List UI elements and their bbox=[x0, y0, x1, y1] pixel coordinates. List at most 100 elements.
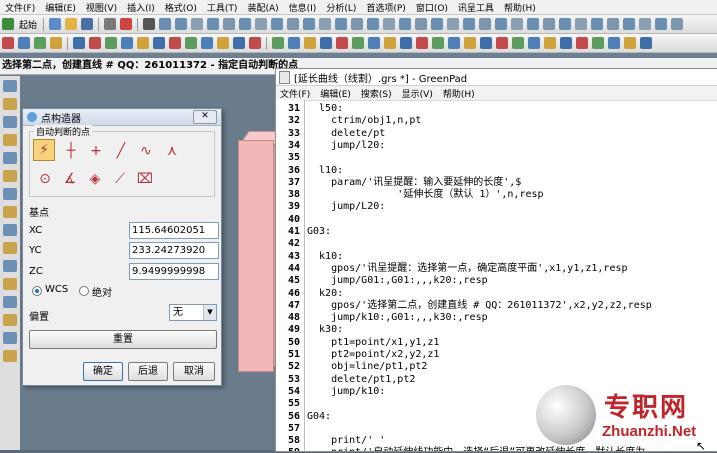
delete-icon[interactable] bbox=[120, 18, 133, 30]
tool-icon[interactable] bbox=[607, 18, 620, 30]
tool-icon[interactable] bbox=[255, 18, 268, 30]
tool-icon[interactable] bbox=[207, 18, 220, 30]
tool-icon[interactable] bbox=[272, 37, 284, 49]
menu-file[interactable]: 文件(F) bbox=[0, 1, 40, 14]
tool-icon[interactable] bbox=[303, 18, 316, 30]
tool-icon[interactable] bbox=[153, 37, 165, 49]
wcs-radio[interactable] bbox=[32, 286, 42, 296]
tool-icon[interactable] bbox=[368, 37, 380, 49]
tool-icon[interactable] bbox=[288, 37, 300, 49]
palette-tool-icon[interactable] bbox=[3, 242, 17, 254]
tool-icon[interactable] bbox=[137, 37, 149, 49]
tool-icon[interactable] bbox=[560, 37, 572, 49]
tool-icon[interactable] bbox=[447, 18, 460, 30]
tool-icon[interactable] bbox=[591, 18, 604, 30]
tool-icon[interactable] bbox=[623, 18, 636, 30]
tool-icon[interactable] bbox=[399, 18, 412, 30]
existing-point-icon[interactable]: + bbox=[85, 140, 107, 162]
tool-icon[interactable] bbox=[575, 18, 588, 30]
tool-icon[interactable] bbox=[384, 37, 396, 49]
tool-icon[interactable] bbox=[2, 37, 14, 49]
palette-tool-icon[interactable] bbox=[3, 152, 17, 164]
undo-icon[interactable] bbox=[104, 18, 117, 30]
menu-info[interactable]: 信息(I) bbox=[284, 1, 322, 14]
tool-icon[interactable] bbox=[159, 18, 172, 30]
palette-tool-icon[interactable] bbox=[3, 260, 17, 272]
tool-icon[interactable] bbox=[383, 18, 396, 30]
open-icon[interactable] bbox=[65, 18, 78, 30]
tool-icon[interactable] bbox=[320, 37, 332, 49]
point-on-surface-icon[interactable]: ⌧ bbox=[134, 168, 156, 190]
tool-icon[interactable] bbox=[34, 37, 46, 49]
angle-on-arc-icon[interactable]: ∡ bbox=[59, 168, 81, 190]
tool-icon[interactable] bbox=[352, 37, 364, 49]
tool-icon[interactable] bbox=[336, 37, 348, 49]
tool-icon[interactable] bbox=[233, 37, 245, 49]
reset-button[interactable]: 重置 bbox=[29, 330, 217, 349]
gp-menu-edit[interactable]: 编辑(E) bbox=[316, 87, 357, 100]
tool-icon[interactable] bbox=[201, 37, 213, 49]
inferred-point-icon[interactable]: ⚡ bbox=[33, 139, 55, 161]
tool-icon[interactable] bbox=[271, 18, 284, 30]
gp-menu-help[interactable]: 帮助(H) bbox=[439, 87, 481, 100]
menu-insert[interactable]: 插入(I) bbox=[122, 1, 160, 14]
menu-edit[interactable]: 编辑(E) bbox=[40, 1, 81, 14]
tool-icon[interactable] bbox=[175, 18, 188, 30]
tool-icon[interactable] bbox=[73, 37, 85, 49]
palette-tool-icon[interactable] bbox=[3, 224, 17, 236]
tool-icon[interactable] bbox=[319, 18, 332, 30]
absolute-radio[interactable] bbox=[79, 286, 89, 296]
tool-icon[interactable] bbox=[191, 18, 204, 30]
menu-tools[interactable]: 工具(T) bbox=[202, 1, 243, 14]
palette-tool-icon[interactable] bbox=[3, 98, 17, 110]
point-on-curve-icon[interactable]: ⟋ bbox=[109, 168, 131, 190]
menu-preferences[interactable]: 首选项(P) bbox=[361, 1, 410, 14]
tool-icon[interactable] bbox=[217, 37, 229, 49]
cancel-button[interactable]: 取消 bbox=[173, 362, 215, 381]
tool-icon[interactable] bbox=[239, 18, 252, 30]
tool-icon[interactable] bbox=[671, 18, 684, 30]
intersection-point-icon[interactable]: ⋏ bbox=[161, 140, 183, 162]
gp-menu-view[interactable]: 显示(V) bbox=[398, 87, 439, 100]
tool-icon[interactable] bbox=[249, 37, 261, 49]
ok-button[interactable]: 确定 bbox=[83, 362, 123, 381]
palette-tool-icon[interactable] bbox=[3, 188, 17, 200]
zc-field[interactable]: 9.9499999998 bbox=[129, 263, 219, 280]
tool-icon[interactable] bbox=[169, 37, 181, 49]
menu-help[interactable]: 帮助(H) bbox=[499, 1, 541, 14]
palette-tool-icon[interactable] bbox=[3, 278, 17, 290]
palette-tool-icon[interactable] bbox=[3, 170, 17, 182]
tool-icon[interactable] bbox=[223, 18, 236, 30]
cursor-location-icon[interactable]: ┼ bbox=[60, 140, 82, 162]
tool-icon[interactable] bbox=[50, 37, 62, 49]
tool-icon[interactable] bbox=[89, 37, 101, 49]
tool-icon[interactable] bbox=[416, 37, 428, 49]
tool-icon[interactable] bbox=[335, 18, 348, 30]
palette-tool-icon[interactable] bbox=[3, 296, 17, 308]
tool-icon[interactable] bbox=[512, 37, 524, 49]
tool-icon[interactable] bbox=[640, 37, 652, 49]
tool-icon[interactable] bbox=[121, 37, 133, 49]
menu-assembly[interactable]: 装配(A) bbox=[242, 1, 283, 14]
tool-icon[interactable] bbox=[639, 18, 652, 30]
tool-icon[interactable] bbox=[479, 18, 492, 30]
palette-tool-icon[interactable] bbox=[3, 116, 17, 128]
new-icon[interactable] bbox=[49, 18, 62, 30]
chevron-down-icon[interactable]: ▼ bbox=[203, 305, 216, 320]
tool-icon[interactable] bbox=[496, 37, 508, 49]
palette-tool-icon[interactable] bbox=[3, 80, 17, 92]
yc-field[interactable]: 233.24273920 bbox=[129, 242, 219, 259]
tool-icon[interactable] bbox=[576, 37, 588, 49]
tool-icon[interactable] bbox=[480, 37, 492, 49]
tool-icon[interactable] bbox=[543, 18, 556, 30]
tool-icon[interactable] bbox=[463, 18, 476, 30]
tool-icon[interactable] bbox=[431, 18, 444, 30]
tool-icon[interactable] bbox=[495, 18, 508, 30]
start-icon[interactable] bbox=[2, 18, 14, 30]
menu-xuncheng-tools[interactable]: 讯呈工具 bbox=[453, 1, 499, 14]
tool-icon[interactable] bbox=[592, 37, 604, 49]
tool-icon[interactable] bbox=[105, 37, 117, 49]
gp-menu-search[interactable]: 搜索(S) bbox=[357, 87, 398, 100]
tool-icon[interactable] bbox=[511, 18, 524, 30]
tool-icon[interactable] bbox=[304, 37, 316, 49]
